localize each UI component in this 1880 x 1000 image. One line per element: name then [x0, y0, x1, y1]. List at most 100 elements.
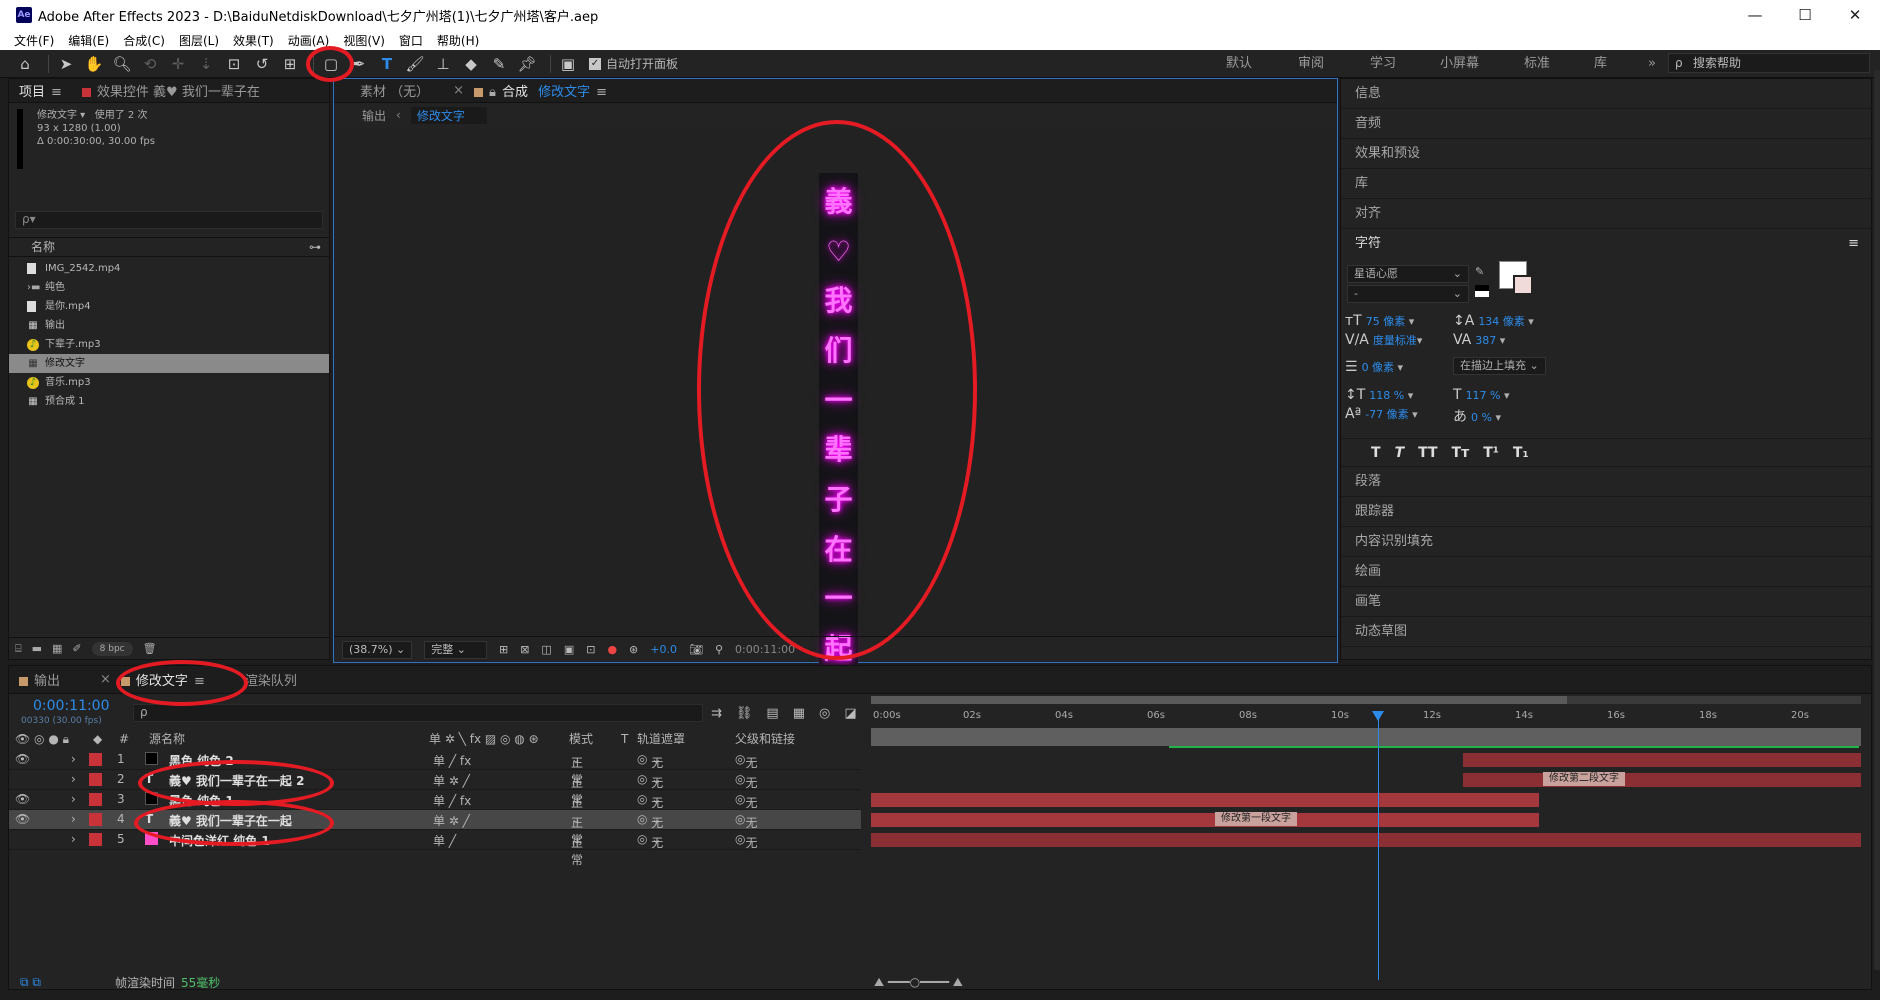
comp-mini-flowchart-icon[interactable]: ⇉	[711, 706, 722, 721]
stroke-width-field[interactable]: ☰ 0 像素 ▾	[1345, 359, 1403, 375]
breadcrumb-output[interactable]: 输出	[362, 107, 386, 124]
zoom-tool-icon[interactable]: 🔍︎	[111, 53, 133, 75]
panel-motion-sketch[interactable]: 动态草图	[1341, 617, 1871, 647]
eyedropper-icon[interactable]: ✎	[1475, 265, 1484, 278]
track-matte-dropdown[interactable]: ◎ 无 ⌄	[637, 832, 663, 850]
selection-tool-icon[interactable]: ➤	[55, 53, 77, 75]
interpret-footage-icon[interactable]: ⌸	[15, 642, 22, 656]
dolly-camera-icon[interactable]: ⇣	[195, 53, 217, 75]
close-button[interactable]: ✕	[1830, 0, 1880, 30]
grid-icon[interactable]: ⊠	[520, 643, 529, 656]
type-tool-icon[interactable]: T	[376, 53, 398, 75]
playhead-line[interactable]	[1378, 718, 1379, 980]
marker-label[interactable]: 修改第二段文字	[1543, 772, 1625, 786]
label-color[interactable]	[89, 773, 102, 786]
parent-dropdown[interactable]: ◎ 无	[735, 792, 758, 810]
timeline-timecode[interactable]: 0:00:11:00	[33, 698, 110, 714]
breadcrumb-active[interactable]: 修改文字	[410, 106, 487, 124]
bpc-button[interactable]: 8 bpc	[91, 641, 133, 656]
roto-brush-icon[interactable]: ✎	[488, 53, 510, 75]
search-help-input[interactable]: ρ 搜索帮助	[1668, 53, 1870, 73]
eraser-tool-icon[interactable]: ◆	[460, 53, 482, 75]
table-row[interactable]: 👁︎ › 4 T 義♥ 我们一辈子在一起 单 ✲ ╱ 正常 ⌄ ◎ 无 ⌄ ◎ 无	[9, 810, 861, 847]
label-color[interactable]	[89, 753, 102, 766]
close-icon[interactable]: ×	[100, 672, 111, 687]
parent-dropdown[interactable]: ◎ 无	[735, 772, 758, 790]
tab-project[interactable]: 项目 ≡	[9, 81, 72, 100]
vertical-scrollbar[interactable]	[1874, 70, 1880, 970]
tsume-field[interactable]: あ0 % ▾	[1453, 406, 1501, 426]
draft-3d-icon[interactable]: ⛓	[736, 706, 753, 721]
font-size-field[interactable]: тT 75 像素 ▾	[1345, 313, 1414, 329]
menu-effect[interactable]: 效果(T)	[233, 32, 274, 49]
expand-icon[interactable]: ›	[71, 812, 76, 826]
timeline-search-input[interactable]: ρ	[133, 704, 703, 722]
panel-audio[interactable]: 音频	[1341, 109, 1871, 139]
panel-info[interactable]: 信息	[1341, 79, 1871, 109]
list-item[interactable]: ♪ 下辈子.mp3	[9, 335, 329, 354]
menu-icon[interactable]: ≡	[1848, 229, 1859, 259]
camera-box-icon[interactable]: ⊡	[223, 53, 245, 75]
panel-icon[interactable]: ▣	[557, 53, 579, 75]
exposure-reset-icon[interactable]: ⊛	[629, 643, 638, 656]
parent-dropdown[interactable]: ◎ 无	[735, 752, 758, 770]
menu-view[interactable]: 视图(V)	[343, 32, 385, 49]
frame-blending-icon[interactable]: ▦	[793, 706, 805, 721]
layer-track[interactable]	[871, 750, 1861, 770]
layer-track[interactable]: 修改第二段文字	[871, 770, 1861, 790]
pan-camera-icon[interactable]: ✛	[167, 53, 189, 75]
subscript-button[interactable]: T₁	[1513, 445, 1529, 461]
stroke-color-swatch[interactable]	[1513, 275, 1533, 295]
puppet-pin-icon[interactable]: 📌︎	[516, 53, 538, 75]
minimize-button[interactable]: —	[1730, 0, 1780, 30]
parent-dropdown[interactable]: ◎ 无	[735, 812, 758, 830]
project-search-input[interactable]: ρ▾	[15, 211, 323, 229]
label-color[interactable]	[89, 813, 102, 826]
eye-icon[interactable]: 👁︎	[15, 812, 30, 826]
menu-composition[interactable]: 合成(C)	[123, 32, 165, 49]
panel-content-aware-fill[interactable]: 内容识别填充	[1341, 527, 1871, 557]
table-row[interactable]: 👁︎ › 3 黑色 纯色 1 单 ╱ fx 正常⌄ ◎ 无 ⌄ ◎ 无	[9, 790, 861, 827]
zoom-dropdown[interactable]: (38.7%) ⌄	[342, 640, 413, 659]
auto-open-checkbox[interactable]: ✓	[589, 57, 601, 70]
horizontal-scale-field[interactable]: T 117 % ▾	[1453, 387, 1510, 403]
label-color[interactable]	[89, 833, 102, 846]
superscript-button[interactable]: T¹	[1483, 445, 1499, 461]
menu-window[interactable]: 窗口	[399, 32, 423, 49]
viewer-icon[interactable]: ⊡	[586, 643, 595, 656]
expand-icon[interactable]: ›	[71, 832, 76, 846]
trash-icon[interactable]: 🗑︎	[143, 642, 157, 655]
expand-icon[interactable]: ›	[71, 752, 76, 766]
list-item[interactable]: ▦ 输出	[9, 316, 329, 335]
expand-icon[interactable]: ›	[71, 772, 76, 786]
list-item[interactable]: IMG_2542.mp4	[9, 259, 329, 278]
orbit-camera-icon[interactable]: ⟲	[139, 53, 161, 75]
track-matte-dropdown[interactable]: ◎ 无 ⌄	[637, 792, 663, 810]
menu-help[interactable]: 帮助(H)	[437, 32, 479, 49]
snapshot-icon[interactable]: 📷︎	[689, 643, 703, 656]
mode-dropdown[interactable]: 正常⌄	[571, 812, 583, 847]
menu-layer[interactable]: 图层(L)	[179, 32, 219, 49]
panel-effects-presets[interactable]: 效果和预设	[1341, 139, 1871, 169]
pan-behind-icon[interactable]: ⊞	[279, 53, 301, 75]
exposure-value[interactable]: +0.0	[650, 643, 677, 656]
panel-paragraph[interactable]: 段落	[1341, 467, 1871, 497]
table-row[interactable]: › 2 T 義♥ 我们一辈子在一起 2 单 ✲ ╱ 正常 ⌄ ◎ 无 ⌄ ◎ 无	[9, 770, 861, 807]
expand-icon[interactable]: ›	[71, 792, 76, 806]
leading-field[interactable]: ↕A 134 像素 ▾	[1453, 313, 1534, 329]
faux-italic-button[interactable]: T	[1395, 445, 1405, 461]
vertical-scale-field[interactable]: ↕T 118 % ▾	[1345, 387, 1413, 403]
show-snapshot-icon[interactable]: ⚲	[715, 643, 723, 656]
eye-icon[interactable]: 👁︎	[15, 752, 30, 766]
font-style-dropdown[interactable]: - ⌄	[1347, 285, 1469, 303]
table-row[interactable]: › 5 中间色洋红 纯色 1 单 ╱ 正常 ⌄ ◎ 无 ⌄ ◎ 无	[9, 830, 861, 867]
faux-bold-button[interactable]: T	[1371, 445, 1381, 461]
comp-timecode[interactable]: 0:00:11:00	[735, 643, 795, 656]
quality-dropdown[interactable]: 完整 ⌄	[424, 640, 487, 659]
rectangle-tool-icon[interactable]: ▢	[320, 53, 342, 75]
tab-timeline-comp[interactable]: 修改文字 ≡	[111, 670, 215, 689]
flowchart-icon[interactable]: ⊶	[309, 238, 321, 257]
transparency-icon[interactable]: ▣	[564, 643, 574, 656]
eye-icon[interactable]: 👁︎	[15, 792, 30, 806]
label-color[interactable]	[89, 793, 102, 806]
